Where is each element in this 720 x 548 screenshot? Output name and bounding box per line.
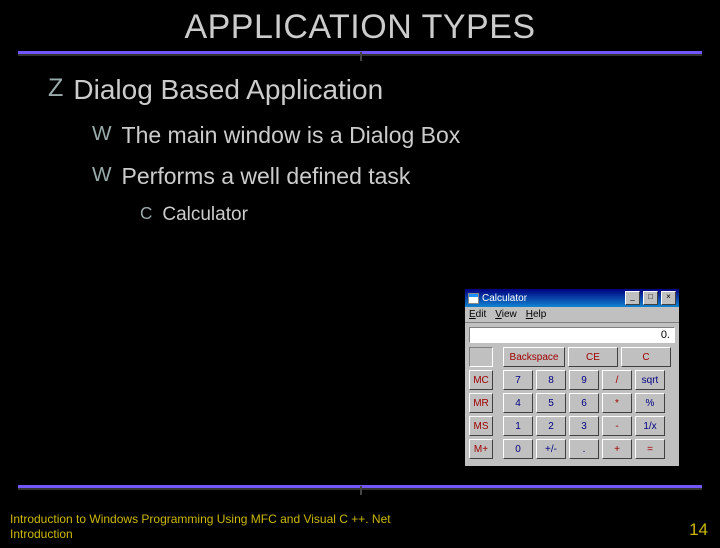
calculator-titlebar[interactable]: Calculator _ □ × <box>465 289 679 307</box>
key-sign[interactable]: +/- <box>536 439 566 459</box>
slide-title: APPLICATION TYPES <box>0 8 720 47</box>
bullet-text-l2a: The main window is a Dialog Box <box>122 122 461 149</box>
menu-edit[interactable]: Edit <box>469 309 486 320</box>
mplus-button[interactable]: M+ <box>469 439 493 459</box>
key-multiply[interactable]: * <box>602 393 632 413</box>
bullet-level3: C Calculator <box>140 204 690 226</box>
key-2[interactable]: 2 <box>536 416 566 436</box>
calculator-app-icon <box>468 293 479 304</box>
key-sqrt[interactable]: sqrt <box>635 370 665 390</box>
mc-button[interactable]: MC <box>469 370 493 390</box>
calculator-window: Calculator _ □ × Edit View Help 0. Backs… <box>464 288 680 467</box>
bullet-glyph-l1: Z <box>48 74 63 103</box>
bullet-glyph-l3: C <box>140 204 152 224</box>
calculator-title-text: Calculator <box>482 293 527 304</box>
c-button[interactable]: C <box>621 347 671 367</box>
memory-indicator <box>469 347 493 367</box>
menu-help[interactable]: Help <box>526 309 547 320</box>
maximize-button[interactable]: □ <box>643 291 658 305</box>
key-1[interactable]: 1 <box>503 416 533 436</box>
bullet-glyph-l2: W <box>92 122 112 146</box>
key-dot[interactable]: . <box>569 439 599 459</box>
minimize-button[interactable]: _ <box>625 291 640 305</box>
bullet-level2: W The main window is a Dialog Box <box>92 122 690 149</box>
bullet-text-l3: Calculator <box>162 204 248 226</box>
ce-button[interactable]: CE <box>568 347 618 367</box>
key-8[interactable]: 8 <box>536 370 566 390</box>
bullet-text-l1: Dialog Based Application <box>73 74 383 106</box>
backspace-button[interactable]: Backspace <box>503 347 565 367</box>
key-9[interactable]: 9 <box>569 370 599 390</box>
mr-button[interactable]: MR <box>469 393 493 413</box>
calculator-menubar: Edit View Help <box>465 307 679 323</box>
footer-line1: Introduction to Windows Programming Usin… <box>10 512 391 527</box>
key-6[interactable]: 6 <box>569 393 599 413</box>
bullet-level1: Z Dialog Based Application <box>48 74 690 106</box>
bullet-text-l2b: Performs a well defined task <box>122 163 411 190</box>
bullet-level2: W Performs a well defined task <box>92 163 690 190</box>
title-rule <box>18 51 702 56</box>
slide-content: Z Dialog Based Application W The main wi… <box>0 56 720 226</box>
key-minus[interactable]: - <box>602 416 632 436</box>
close-button[interactable]: × <box>661 291 676 305</box>
key-percent[interactable]: % <box>635 393 665 413</box>
ms-button[interactable]: MS <box>469 416 493 436</box>
bullet-glyph-l2: W <box>92 163 112 187</box>
footer: Introduction to Windows Programming Usin… <box>10 512 391 542</box>
key-5[interactable]: 5 <box>536 393 566 413</box>
key-0[interactable]: 0 <box>503 439 533 459</box>
page-number: 14 <box>689 520 708 540</box>
key-4[interactable]: 4 <box>503 393 533 413</box>
key-plus[interactable]: + <box>602 439 632 459</box>
calculator-display: 0. <box>469 327 675 343</box>
key-reciprocal[interactable]: 1/x <box>635 416 665 436</box>
menu-view[interactable]: View <box>495 309 517 320</box>
bottom-rule <box>18 485 702 490</box>
key-7[interactable]: 7 <box>503 370 533 390</box>
key-equals[interactable]: = <box>635 439 665 459</box>
key-3[interactable]: 3 <box>569 416 599 436</box>
key-divide[interactable]: / <box>602 370 632 390</box>
